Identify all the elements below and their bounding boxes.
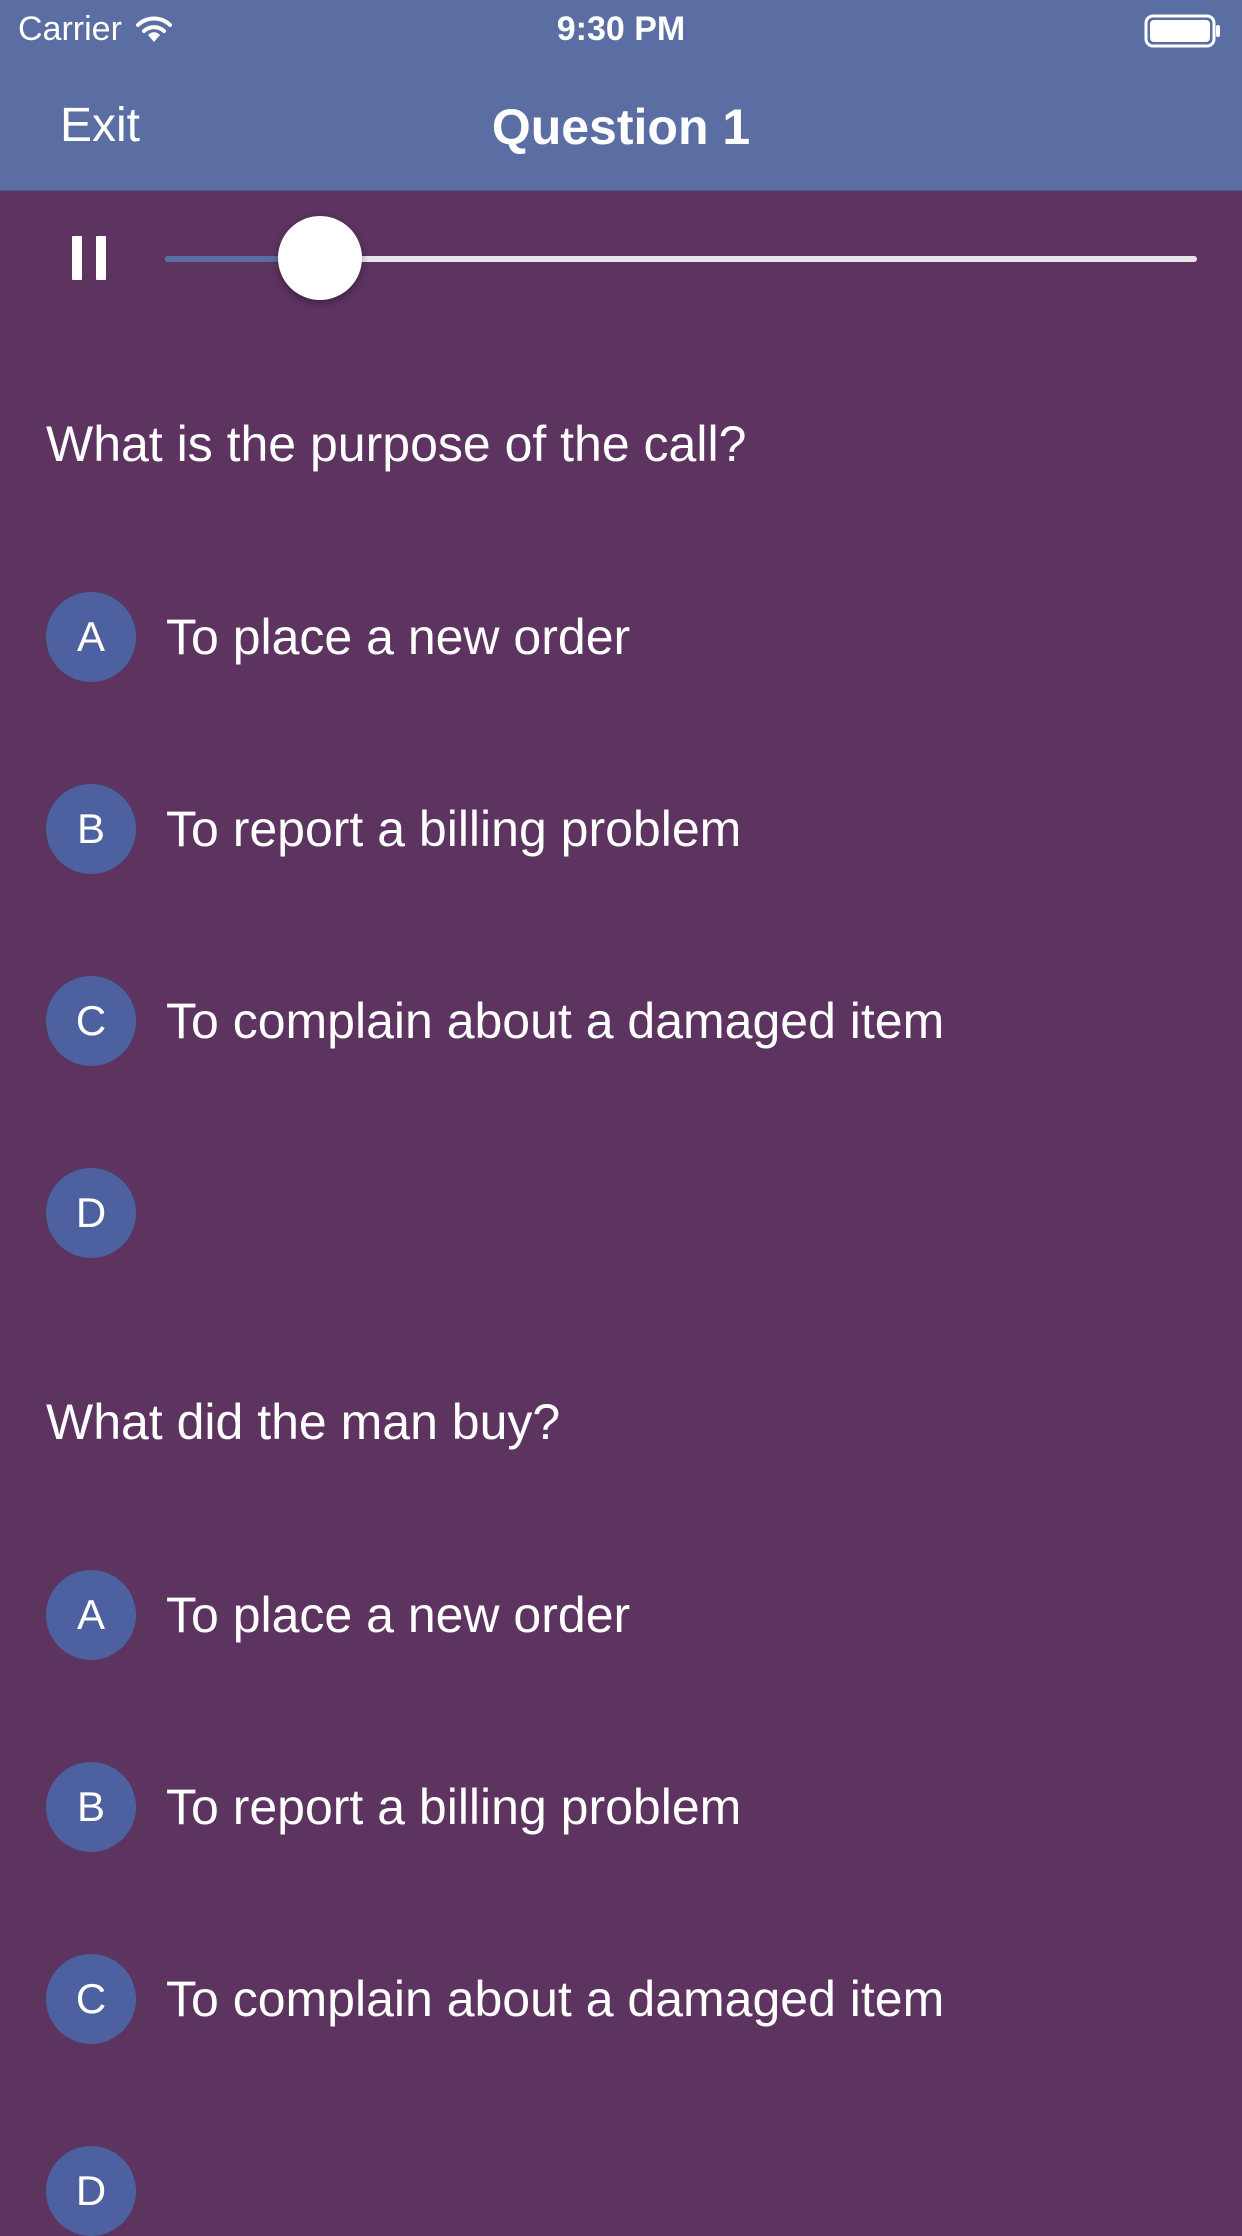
pause-icon-bar (72, 236, 82, 280)
answer-option-d[interactable]: D (46, 2146, 166, 2236)
option-letter-badge: A (46, 592, 136, 682)
option-letter-badge: D (46, 2146, 136, 2236)
nav-bar: Exit Question 1 (0, 62, 1242, 191)
page-title: Question 1 (491, 99, 751, 155)
option-text: To complain about a damaged item (166, 993, 945, 1049)
slider-thumb[interactable] (277, 216, 362, 300)
option-letter-badge: C (46, 1954, 136, 2044)
option-letter-badge: D (46, 1168, 136, 1258)
status-bar: Carrier 9:30 PM (0, 0, 1242, 62)
answer-option-c[interactable]: C To complain about a damaged item (46, 1954, 944, 2044)
audio-player (0, 190, 1242, 330)
option-letter-badge: A (46, 1570, 136, 1660)
option-letter-badge: C (46, 976, 136, 1066)
option-text: To report a billing problem (166, 801, 742, 857)
option-text: To place a new order (166, 609, 631, 665)
option-text: To report a billing problem (166, 1779, 742, 1835)
answer-option-c[interactable]: C To complain about a damaged item (46, 976, 944, 1066)
battery-icon (1144, 14, 1220, 48)
answer-option-d[interactable]: D (46, 1168, 166, 1258)
question-text: What is the purpose of the call? (46, 416, 747, 472)
answer-option-a[interactable]: A To place a new order (46, 592, 630, 682)
question-text: What did the man buy? (46, 1394, 561, 1450)
answer-option-a[interactable]: A To place a new order (46, 1570, 630, 1660)
answer-option-b[interactable]: B To report a billing problem (46, 1762, 741, 1852)
option-letter-badge: B (46, 1762, 136, 1852)
pause-button[interactable] (72, 236, 106, 280)
answer-option-b[interactable]: B To report a billing problem (46, 784, 741, 874)
option-text: To complain about a damaged item (166, 1971, 945, 2027)
pause-icon-bar (96, 236, 106, 280)
status-time: 9:30 PM (556, 10, 686, 48)
option-text: To place a new order (166, 1587, 631, 1643)
option-letter-badge: B (46, 784, 136, 874)
